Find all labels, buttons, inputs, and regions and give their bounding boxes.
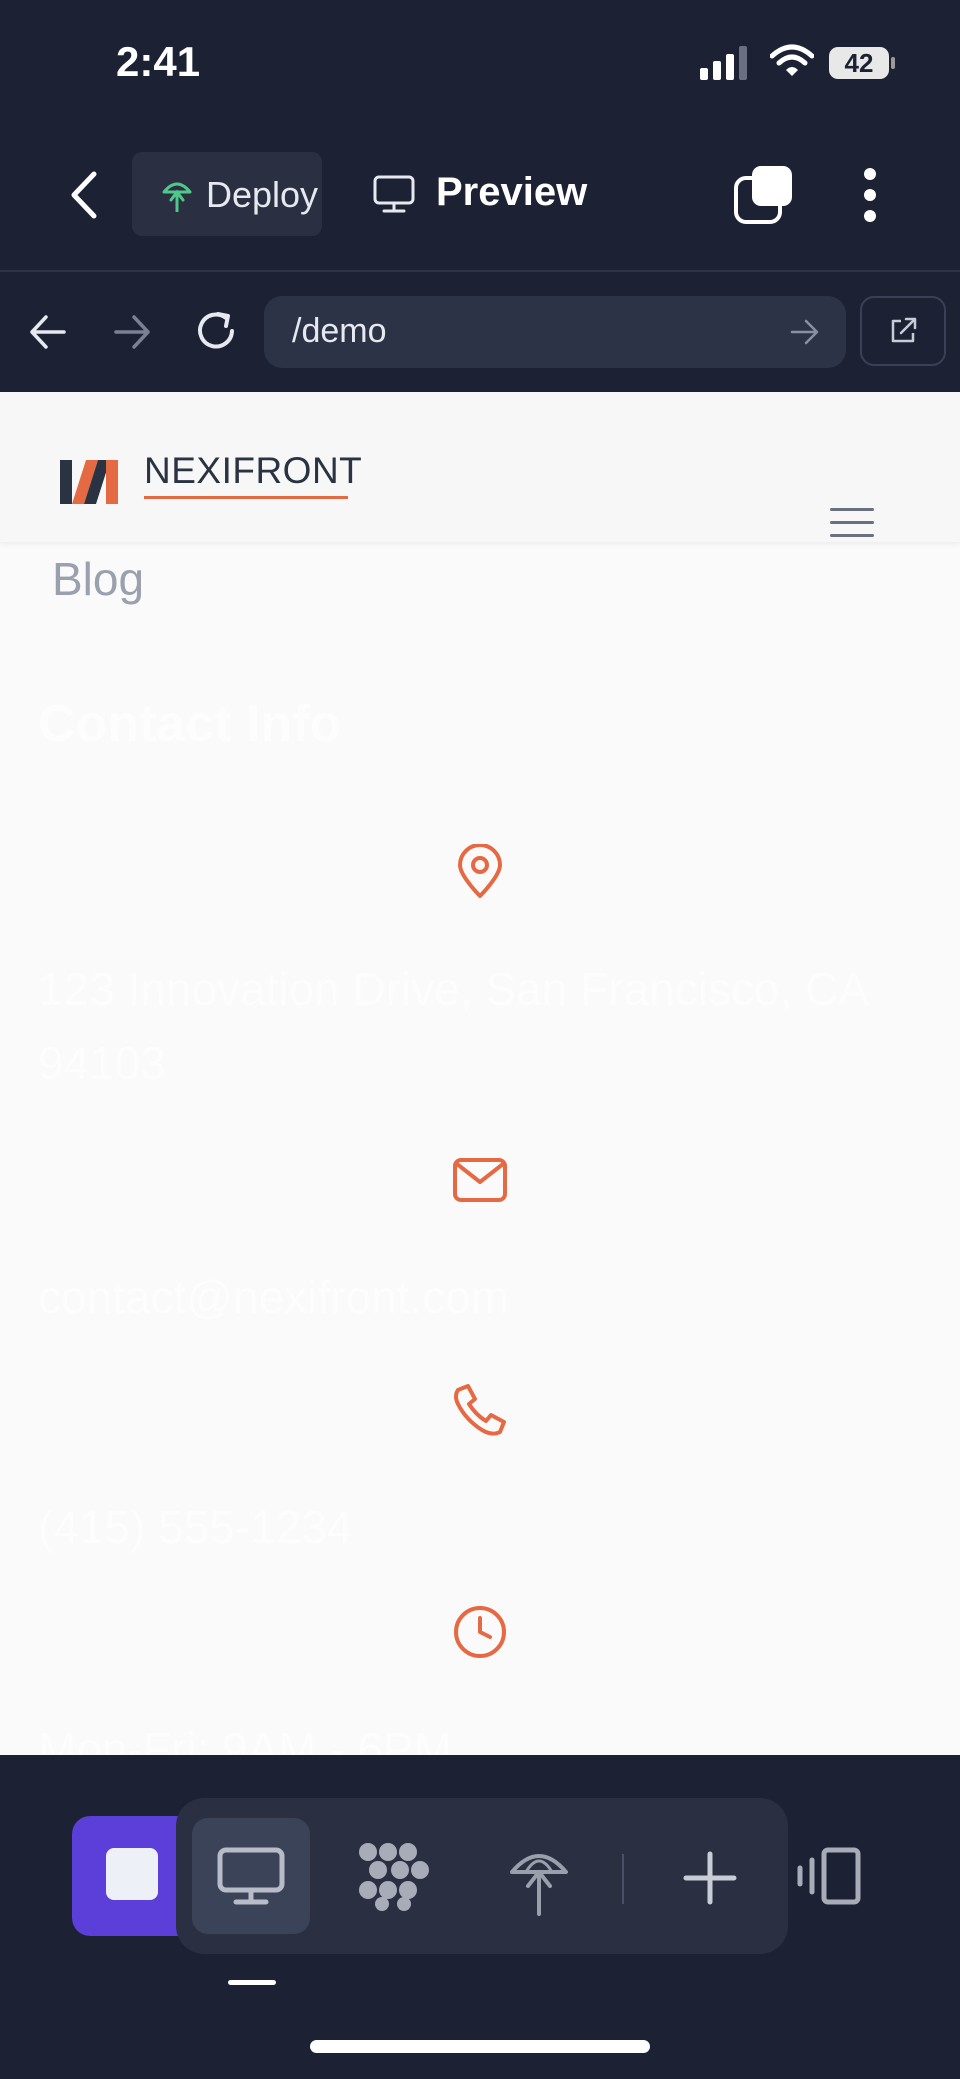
plus-icon[interactable] — [680, 1850, 740, 1906]
logo-icon — [60, 460, 118, 504]
status-time: 2:41 — [116, 38, 201, 85]
map-pin-icon — [458, 844, 502, 898]
stop-icon — [106, 1848, 158, 1900]
battery-icon: 42 — [828, 46, 896, 80]
signal-icon — [700, 46, 747, 80]
nav-back-icon[interactable] — [28, 314, 68, 350]
phone-icon — [454, 1384, 506, 1436]
reload-icon[interactable] — [194, 308, 240, 354]
preview-icon — [217, 1847, 285, 1905]
more-icon[interactable] — [860, 166, 880, 224]
external-link-icon — [891, 317, 917, 343]
url-text[interactable]: /demo — [292, 312, 387, 351]
site-header: NEXIFRONT — [0, 392, 960, 542]
contact-phone[interactable]: (415) 555-1234 — [38, 1490, 918, 1564]
dock-separator — [622, 1854, 624, 1904]
contact-heading: Contact Info — [38, 695, 342, 753]
contact-email[interactable]: contact@nexifront.com — [38, 1260, 918, 1334]
nav-forward-icon[interactable] — [112, 314, 152, 350]
open-external-button[interactable] — [860, 296, 946, 366]
menu-icon[interactable] — [828, 506, 876, 540]
mail-icon — [453, 1158, 507, 1202]
toolbar-divider — [0, 270, 960, 272]
dock-indicator — [228, 1980, 276, 1985]
devices-icon[interactable] — [794, 1846, 864, 1906]
home-indicator[interactable] — [310, 2040, 650, 2053]
clock-icon — [454, 1606, 506, 1658]
deploy-icon — [162, 182, 192, 212]
preview-icon[interactable] — [372, 174, 416, 214]
back-icon[interactable] — [66, 170, 102, 220]
contact-address: 123 Innovation Drive, San Francisco, CA … — [38, 963, 867, 1089]
contact-hours: Mon-Fri: 9AM - 6PM — [38, 1723, 453, 1755]
tabs-icon[interactable] — [734, 164, 794, 224]
logo-text[interactable]: NEXIFRONT — [144, 450, 362, 492]
arrow-right-icon[interactable] — [790, 318, 820, 346]
logo-underline — [144, 496, 348, 499]
deploy-icon[interactable] — [506, 1840, 572, 1916]
tab-preview-label[interactable]: Preview — [436, 170, 587, 215]
nav-link-blog[interactable]: Blog — [52, 552, 144, 606]
webpage-viewport[interactable]: NEXIFRONT Blog Contact Info 123 Innovati… — [0, 392, 960, 1755]
wifi-icon — [770, 44, 814, 76]
tab-deploy-label: Deploy — [206, 174, 319, 215]
battery-level: 42 — [844, 48, 874, 78]
dots-icon[interactable] — [356, 1840, 432, 1912]
